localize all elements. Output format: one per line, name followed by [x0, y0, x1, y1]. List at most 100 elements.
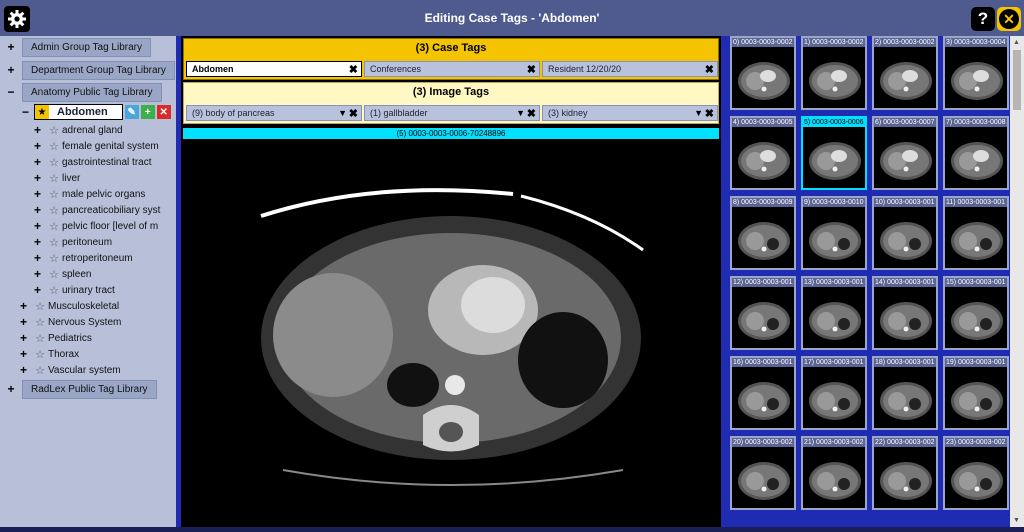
scroll-thumb[interactable] [1013, 50, 1021, 110]
thumbnail[interactable]: 5) 0003-0003-0006 [801, 116, 867, 190]
expand-icon[interactable]: + [20, 315, 32, 329]
tree-node[interactable]: + ☆ liver [34, 170, 80, 186]
tree-node[interactable]: + ☆ gastrointestinal tract [34, 154, 152, 170]
star-icon[interactable]: ☆ [46, 252, 62, 265]
star-icon[interactable]: ☆ [46, 220, 62, 233]
scroll-up-icon[interactable]: ▲ [1013, 39, 1020, 46]
thumbnail[interactable]: 9) 0003-0003-0010 [801, 196, 867, 270]
star-icon[interactable]: ☆ [46, 284, 62, 297]
help-button[interactable]: ? [971, 7, 995, 31]
library-button[interactable]: Department Group Tag Library [22, 60, 175, 80]
thumbnail[interactable]: 8) 0003-0003-0009 [730, 196, 796, 270]
expand-icon[interactable]: + [34, 187, 46, 201]
tree-node[interactable]: + ☆ male pelvic organs [34, 186, 145, 202]
star-icon[interactable]: ☆ [32, 348, 48, 361]
collapse-icon[interactable]: − [0, 85, 22, 99]
tree-node[interactable]: + ☆ Vascular system [20, 362, 121, 378]
filter-icon[interactable]: ▼ [338, 108, 347, 118]
expand-icon[interactable]: + [20, 363, 32, 377]
tree-node[interactable]: + ☆ retroperitoneum [34, 250, 133, 266]
thumbnail[interactable]: 14) 0003-0003-001 [872, 276, 938, 350]
case-tag[interactable]: Resident 12/20/20 ✖ [542, 61, 718, 77]
expand-icon[interactable]: + [20, 299, 32, 313]
tree-node-abdomen[interactable]: − ★ Abdomen ✎ + ✕ [22, 104, 171, 120]
star-icon[interactable]: ☆ [32, 364, 48, 377]
filter-icon[interactable]: ▼ [694, 108, 703, 118]
star-icon[interactable]: ☆ [46, 124, 62, 137]
image-tag[interactable]: (3) kidney ▼ ✖ [542, 105, 718, 121]
case-tag[interactable]: Conferences ✖ [364, 61, 540, 77]
library-button[interactable]: Admin Group Tag Library [22, 37, 151, 57]
star-icon[interactable]: ☆ [32, 332, 48, 345]
thumbnail[interactable]: 12) 0003-0003-001 [730, 276, 796, 350]
expand-icon[interactable]: + [0, 382, 22, 396]
thumbnail[interactable]: 13) 0003-0003-001 [801, 276, 867, 350]
expand-icon[interactable]: + [34, 219, 46, 233]
tree-node[interactable]: + ☆ Nervous System [20, 314, 121, 330]
remove-tag-icon[interactable]: ✖ [527, 63, 536, 76]
thumbnail-scrollbar[interactable]: ▲ ▼ [1010, 36, 1024, 527]
tree-node[interactable]: + ☆ Pediatrics [20, 330, 92, 346]
scroll-down-icon[interactable]: ▼ [1013, 517, 1020, 524]
filter-icon[interactable]: ▼ [516, 108, 525, 118]
tree-node[interactable]: + ☆ pelvic floor [level of m [34, 218, 158, 234]
remove-tag-icon[interactable]: ✖ [349, 63, 358, 76]
collapse-icon[interactable]: − [22, 105, 34, 119]
thumbnail[interactable]: 22) 0003-0003-002 [872, 436, 938, 510]
delete-icon[interactable]: ✕ [156, 105, 171, 119]
thumbnail[interactable]: 20) 0003-0003-002 [730, 436, 796, 510]
expand-icon[interactable]: + [34, 267, 46, 281]
expand-icon[interactable]: + [34, 171, 46, 185]
expand-icon[interactable]: + [34, 139, 46, 153]
thumbnail[interactable]: 18) 0003-0003-001 [872, 356, 938, 430]
tree-node[interactable]: + ☆ pancreaticobiliary syst [34, 202, 160, 218]
thumbnail[interactable]: 6) 0003-0003-0007 [872, 116, 938, 190]
thumbnail[interactable]: 3) 0003-0003-0004 [943, 36, 1009, 110]
star-icon[interactable]: ☆ [46, 204, 62, 217]
thumbnail[interactable]: 2) 0003-0003-0002 [872, 36, 938, 110]
star-icon[interactable]: ☆ [46, 140, 62, 153]
tree-node[interactable]: + ☆ Musculoskeletal [20, 298, 119, 314]
tree-node[interactable]: + ☆ adrenal gland [34, 122, 123, 138]
image-tag[interactable]: (9) body of pancreas ▼ ✖ [186, 105, 362, 121]
add-icon[interactable]: + [140, 105, 155, 119]
thumbnail[interactable]: 23) 0003-0003-002 [943, 436, 1009, 510]
expand-icon[interactable]: + [34, 235, 46, 249]
star-icon[interactable]: ☆ [46, 236, 62, 249]
tree-node[interactable]: + ☆ Thorax [20, 346, 79, 362]
ct-image-viewer[interactable] [183, 140, 719, 527]
expand-icon[interactable]: + [20, 347, 32, 361]
expand-icon[interactable]: + [34, 155, 46, 169]
thumbnail[interactable]: 10) 0003-0003-001 [872, 196, 938, 270]
star-icon[interactable]: ☆ [46, 188, 62, 201]
thumbnail[interactable]: 15) 0003-0003-001 [943, 276, 1009, 350]
star-icon[interactable]: ☆ [46, 268, 62, 281]
thumbnail[interactable]: 16) 0003-0003-001 [730, 356, 796, 430]
expand-icon[interactable]: + [34, 251, 46, 265]
tree-node[interactable]: + ☆ spleen [34, 266, 91, 282]
library-button[interactable]: Anatomy Public Tag Library [22, 82, 162, 102]
thumbnail[interactable]: 21) 0003-0003-002 [801, 436, 867, 510]
thumbnail[interactable]: 1) 0003-0003-0002 [801, 36, 867, 110]
star-icon[interactable]: ☆ [46, 172, 62, 185]
edit-icon[interactable]: ✎ [124, 105, 139, 119]
tree-node[interactable]: + ☆ urinary tract [34, 282, 115, 298]
remove-tag-icon[interactable]: ✖ [349, 107, 358, 120]
library-button[interactable]: RadLex Public Tag Library [22, 379, 157, 399]
image-tag[interactable]: (1) gallbladder ▼ ✖ [364, 105, 540, 121]
star-icon[interactable]: ☆ [32, 316, 48, 329]
expand-icon[interactable]: + [0, 40, 22, 54]
tree-node[interactable]: + ☆ peritoneum [34, 234, 112, 250]
tree-node[interactable]: + ☆ female genital system [34, 138, 159, 154]
expand-icon[interactable]: + [20, 331, 32, 345]
close-button[interactable]: ✕ [997, 7, 1021, 31]
remove-tag-icon[interactable]: ✖ [705, 63, 714, 76]
thumbnail[interactable]: 11) 0003-0003-001 [943, 196, 1009, 270]
expand-icon[interactable]: + [0, 63, 22, 77]
thumbnail[interactable]: 19) 0003-0003-001 [943, 356, 1009, 430]
thumbnail[interactable]: 7) 0003-0003-0008 [943, 116, 1009, 190]
star-icon[interactable]: ☆ [46, 156, 62, 169]
remove-tag-icon[interactable]: ✖ [705, 107, 714, 120]
thumbnail[interactable]: 17) 0003-0003-001 [801, 356, 867, 430]
star-icon[interactable]: ★ [35, 105, 49, 119]
